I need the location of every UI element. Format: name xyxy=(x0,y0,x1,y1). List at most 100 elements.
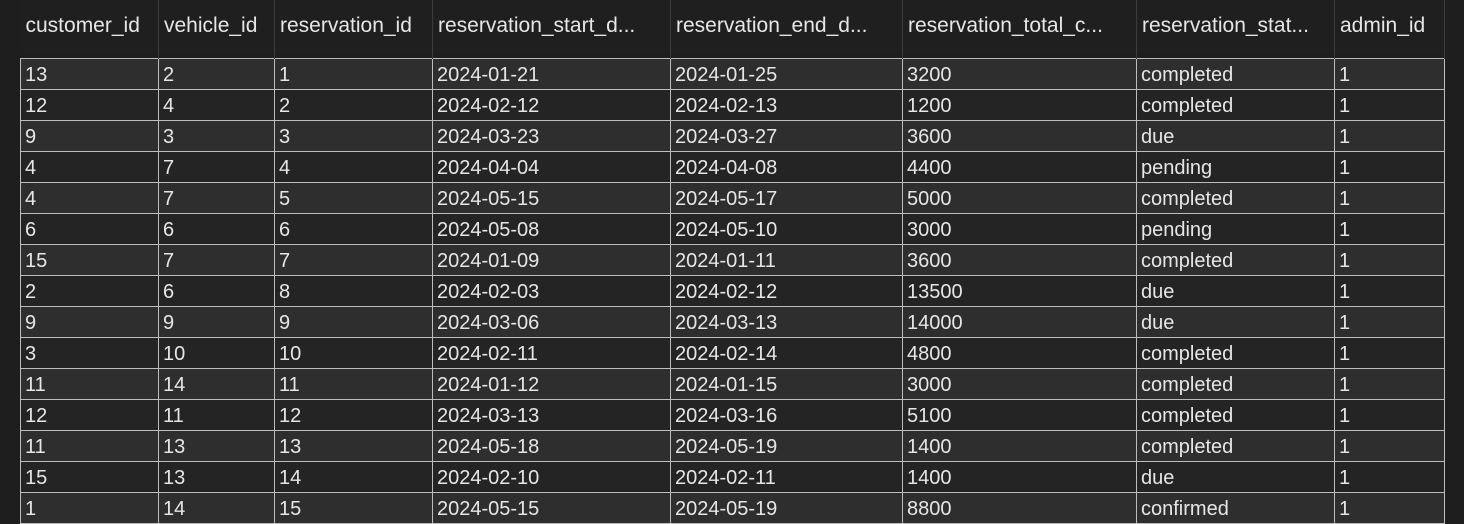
table-cell[interactable]: 13 xyxy=(274,430,433,462)
table-cell[interactable]: 15 xyxy=(20,244,159,276)
column-header-6[interactable]: reservation_stat... xyxy=(1136,0,1335,52)
column-header-1[interactable]: vehicle_id xyxy=(158,0,275,52)
table-cell[interactable]: 14 xyxy=(158,492,275,524)
table-cell[interactable]: 9 xyxy=(20,120,159,152)
table-cell[interactable]: 12 xyxy=(20,89,159,121)
table-cell[interactable]: 2024-02-13 xyxy=(670,89,903,121)
table-cell[interactable]: 1 xyxy=(1334,306,1445,338)
table-cell[interactable]: 15 xyxy=(20,461,159,493)
table-cell[interactable]: pending xyxy=(1136,151,1335,183)
table-cell[interactable]: 3 xyxy=(20,337,159,369)
table-cell[interactable]: 2024-03-06 xyxy=(432,306,671,338)
table-cell[interactable]: 2024-05-17 xyxy=(670,182,903,214)
table-cell[interactable]: 2024-05-18 xyxy=(432,430,671,462)
table-cell[interactable]: due xyxy=(1136,120,1335,152)
table-cell[interactable]: 1 xyxy=(1334,461,1445,493)
table-cell[interactable]: 5100 xyxy=(902,399,1137,431)
table-cell[interactable]: 1 xyxy=(1334,368,1445,400)
table-row[interactable]: 12 4 2 2024-02-12 2024-02-13 1200 completed 1 xyxy=(20,89,1445,121)
table-cell[interactable]: 11 xyxy=(158,399,275,431)
table-cell[interactable]: 6 xyxy=(158,275,275,307)
table-cell[interactable]: 2024-01-11 xyxy=(670,244,903,276)
table-cell[interactable]: 4 xyxy=(158,89,275,121)
table-cell[interactable]: 2024-05-08 xyxy=(432,213,671,245)
table-cell[interactable]: 2024-01-25 xyxy=(670,58,903,90)
table-cell[interactable]: pending xyxy=(1136,213,1335,245)
table-cell[interactable]: 1 xyxy=(1334,275,1445,307)
table-cell[interactable]: 3 xyxy=(158,120,275,152)
table-cell[interactable]: confirmed xyxy=(1136,492,1335,524)
table-cell[interactable]: 1 xyxy=(1334,182,1445,214)
table-cell[interactable]: 3600 xyxy=(902,120,1137,152)
table-cell[interactable]: completed xyxy=(1136,182,1335,214)
table-cell[interactable]: 1400 xyxy=(902,461,1137,493)
table-cell[interactable]: 8 xyxy=(274,275,433,307)
table-cell[interactable]: 2024-02-11 xyxy=(432,337,671,369)
table-cell[interactable]: 2024-01-12 xyxy=(432,368,671,400)
table-cell[interactable]: 2 xyxy=(158,58,275,90)
table-cell[interactable]: 14000 xyxy=(902,306,1137,338)
column-header-0[interactable]: customer_id xyxy=(20,0,159,52)
table-cell[interactable]: 5000 xyxy=(902,182,1137,214)
table-cell[interactable]: 10 xyxy=(274,337,433,369)
table-cell[interactable]: 4400 xyxy=(902,151,1137,183)
table-cell[interactable]: 1 xyxy=(20,492,159,524)
table-cell[interactable]: 2024-02-10 xyxy=(432,461,671,493)
table-cell[interactable]: 6 xyxy=(158,213,275,245)
table-cell[interactable]: 2 xyxy=(274,89,433,121)
table-cell[interactable]: 13 xyxy=(20,58,159,90)
table-cell[interactable]: 2024-02-12 xyxy=(432,89,671,121)
table-cell[interactable]: 3200 xyxy=(902,58,1137,90)
table-cell[interactable]: 1 xyxy=(1334,244,1445,276)
table-cell[interactable]: 12 xyxy=(20,399,159,431)
table-row[interactable]: 4 7 4 2024-04-04 2024-04-08 4400 pending 1 xyxy=(20,151,1445,183)
table-cell[interactable]: 8800 xyxy=(902,492,1137,524)
table-cell[interactable]: 2024-04-08 xyxy=(670,151,903,183)
table-row[interactable]: 11 14 11 2024-01-12 2024-01-15 3000 completed 1 xyxy=(20,368,1445,400)
table-row[interactable]: 13 2 1 2024-01-21 2024-01-25 3200 completed 1 xyxy=(20,58,1445,90)
table-cell[interactable]: 2024-02-14 xyxy=(670,337,903,369)
table-row[interactable]: 11 13 13 2024-05-18 2024-05-19 1400 completed 1 xyxy=(20,430,1445,462)
table-cell[interactable]: 1200 xyxy=(902,89,1137,121)
table-cell[interactable]: 4 xyxy=(20,151,159,183)
table-cell[interactable]: 9 xyxy=(20,306,159,338)
table-cell[interactable]: 12 xyxy=(274,399,433,431)
table-row[interactable]: 15 13 14 2024-02-10 2024-02-11 1400 due 1 xyxy=(20,461,1445,493)
table-cell[interactable]: 9 xyxy=(274,306,433,338)
table-cell[interactable]: 4 xyxy=(274,151,433,183)
table-cell[interactable]: 1 xyxy=(1334,492,1445,524)
table-cell[interactable]: 4800 xyxy=(902,337,1137,369)
table-cell[interactable]: 11 xyxy=(20,430,159,462)
table-cell[interactable]: completed xyxy=(1136,430,1335,462)
table-cell[interactable]: 11 xyxy=(20,368,159,400)
table-cell[interactable]: completed xyxy=(1136,89,1335,121)
table-cell[interactable]: 6 xyxy=(274,213,433,245)
table-cell[interactable]: 13 xyxy=(158,461,275,493)
table-cell[interactable]: 13 xyxy=(158,430,275,462)
table-cell[interactable]: 2024-05-19 xyxy=(670,430,903,462)
table-row[interactable]: 4 7 5 2024-05-15 2024-05-17 5000 completed 1 xyxy=(20,182,1445,214)
table-cell[interactable]: 5 xyxy=(274,182,433,214)
table-cell[interactable]: 2024-02-11 xyxy=(670,461,903,493)
table-cell[interactable]: 2024-05-10 xyxy=(670,213,903,245)
table-row[interactable]: 9 3 3 2024-03-23 2024-03-27 3600 due 1 xyxy=(20,120,1445,152)
table-cell[interactable]: 7 xyxy=(158,244,275,276)
table-cell[interactable]: 7 xyxy=(158,151,275,183)
table-cell[interactable]: completed xyxy=(1136,58,1335,90)
table-cell[interactable]: 11 xyxy=(274,368,433,400)
table-cell[interactable]: 13500 xyxy=(902,275,1137,307)
table-cell[interactable]: 2024-03-23 xyxy=(432,120,671,152)
table-cell[interactable]: due xyxy=(1136,275,1335,307)
table-cell[interactable]: 2024-05-19 xyxy=(670,492,903,524)
column-header-3[interactable]: reservation_start_d... xyxy=(432,0,671,52)
table-cell[interactable]: 1 xyxy=(1334,399,1445,431)
table-cell[interactable]: 2024-05-15 xyxy=(432,492,671,524)
column-header-4[interactable]: reservation_end_d... xyxy=(670,0,903,52)
column-header-7[interactable]: admin_id xyxy=(1334,0,1445,52)
table-cell[interactable]: 2024-03-13 xyxy=(670,306,903,338)
table-cell[interactable]: 2024-01-09 xyxy=(432,244,671,276)
table-row[interactable]: 15 7 7 2024-01-09 2024-01-11 3600 completed 1 xyxy=(20,244,1445,276)
table-row[interactable]: 3 10 10 2024-02-11 2024-02-14 4800 completed 1 xyxy=(20,337,1445,369)
table-cell[interactable]: 1 xyxy=(1334,213,1445,245)
table-cell[interactable]: 7 xyxy=(274,244,433,276)
